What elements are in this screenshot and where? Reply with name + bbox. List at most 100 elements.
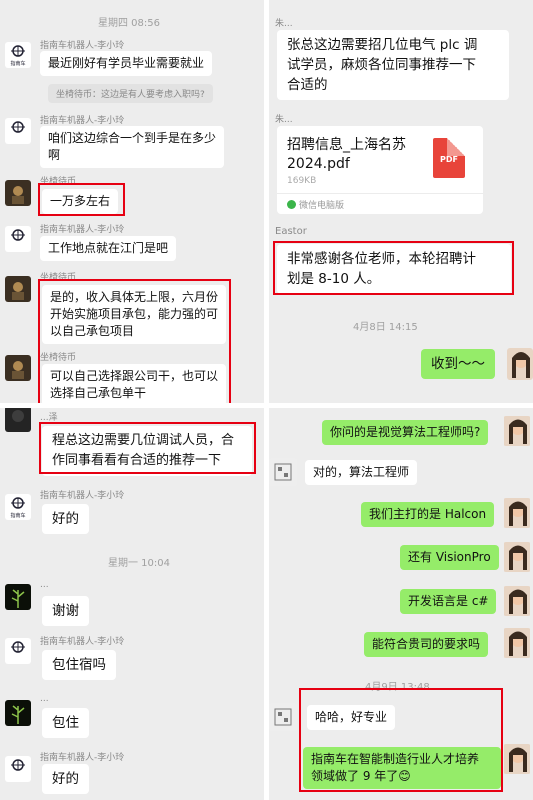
my-message-bubble[interactable]: 开发语言是 c# [400, 589, 497, 614]
message-bubble[interactable]: 工作地点就在江门是吧 [40, 236, 177, 261]
timestamp: 4月8日 14:15 [353, 322, 418, 333]
message-text: 以自己承包项目 [50, 324, 135, 338]
timestamp: 星期一 10:04 [108, 558, 170, 569]
message-text: 指南车在智能制造行业人才培养 [311, 752, 480, 766]
message-bubble[interactable]: 对的，算法工程师 [305, 460, 418, 485]
my-message-bubble[interactable]: 指南车在智能制造行业人才培养 领域做了 9 年了😊 [303, 747, 501, 789]
file-size: 169KB [287, 176, 317, 186]
message-bubble[interactable]: 包住 [42, 708, 89, 738]
my-message-bubble[interactable]: 你问的是视觉算法工程师吗? [322, 420, 489, 445]
sender-name: 指南车机器人-李小玲 [40, 225, 125, 235]
file-name: 招聘信息_上海名苏 2024.pdf [287, 137, 406, 172]
my-avatar[interactable] [503, 586, 531, 616]
user-avatar[interactable] [5, 408, 31, 432]
sender-name: ... [40, 694, 49, 704]
message-bubble[interactable]: 可以自己选择跟公司干，也可以 选择自己承包单干 [42, 364, 227, 403]
message-bubble[interactable]: 咱们这边综合一个到手是在多少 啊 [40, 126, 225, 168]
message-text: 是的，收入具体无上限，六月份 [50, 290, 219, 304]
my-avatar[interactable] [503, 628, 531, 658]
message-text: 你问的是视觉算法工程师吗? [330, 425, 481, 439]
message-text: 啊 [48, 148, 61, 162]
user-avatar[interactable] [5, 180, 31, 206]
wechat-pc-icon [287, 200, 296, 209]
sender-name: ...泽 [40, 413, 58, 423]
message-text: 合适的 [287, 77, 328, 93]
message-bubble[interactable]: 哈哈，好专业 [307, 705, 396, 730]
message-text: 作同事看看有合适的推荐一下 [52, 453, 222, 468]
my-message-bubble[interactable]: 还有 VisionPro [400, 545, 499, 570]
my-avatar[interactable] [503, 542, 531, 572]
bot-avatar[interactable] [5, 756, 31, 782]
message-text: 我们主打的是 Halcon [369, 507, 487, 521]
message-bubble[interactable]: 谢谢 [42, 596, 89, 626]
sender-name: 朱... [275, 115, 293, 125]
sender-name: 坐椅待币 [40, 273, 77, 283]
chat-panel-bottom-left: ...泽 程总这边需要几位调试人员，合 作同事看看有合适的推荐一下 指南车 指南… [0, 408, 264, 800]
message-text: 能符合贵司的要求吗 [372, 637, 481, 651]
sender-name: 坐椅待币 [40, 353, 77, 363]
my-message-bubble[interactable]: 能符合贵司的要求吗 [364, 632, 489, 657]
message-text: 收到～～ [431, 356, 485, 372]
message-text: 咱们这边综合一个到手是在多少 [48, 131, 217, 145]
message-text: 张总这边需要招几位电气 plc 调 [287, 37, 478, 53]
sender-name: 朱... [275, 19, 293, 29]
message-text: 谢谢 [52, 603, 79, 619]
bot-avatar[interactable] [5, 638, 31, 664]
sender-name: 指南车机器人-李小玲 [40, 41, 125, 51]
message-text: 选择自己承包单干 [50, 386, 147, 400]
sender-name: ... [40, 580, 49, 590]
message-text: 哈哈，好专业 [315, 710, 388, 724]
bot-avatar[interactable]: 指南车 [5, 42, 31, 68]
message-bubble[interactable]: 张总这边需要招几位电气 plc 调 试学员，麻烦各位同事推荐一下 合适的 [277, 30, 509, 100]
smile-emoji-icon: 😊 [398, 769, 411, 783]
my-avatar[interactable] [507, 348, 533, 380]
my-avatar[interactable] [503, 416, 531, 446]
message-bubble[interactable]: 是的，收入具体无上限，六月份 开始实施项目承包，能力强的可 以自己承包项目 [42, 285, 227, 344]
bot-avatar[interactable]: 指南车 [5, 494, 31, 520]
message-text: 包住宿吗 [52, 657, 106, 673]
timestamp: 星期四 08:56 [98, 18, 160, 29]
user-avatar[interactable] [5, 276, 31, 302]
bot-avatar[interactable] [5, 118, 31, 144]
user-avatar[interactable] [269, 458, 297, 486]
my-message-bubble[interactable]: 收到～～ [421, 349, 495, 379]
message-text: 可以自己选择跟公司干，也可以 [50, 369, 219, 383]
sender-name: Eastor [275, 226, 307, 237]
message-text: 试学员，麻烦各位同事推荐一下 [287, 57, 476, 73]
timestamp: 4月9日 13:48 [365, 682, 430, 693]
message-text: 开发语言是 c# [408, 594, 489, 608]
message-text: 一万多左右 [50, 194, 111, 208]
message-bubble[interactable]: 好的 [42, 764, 89, 794]
message-text: 工作地点就在江门是吧 [48, 241, 169, 255]
message-bubble[interactable]: 最近刚好有学员毕业需要就业 [40, 51, 213, 76]
my-avatar[interactable] [503, 498, 531, 528]
chat-panel-top-left: 星期四 08:56 指南车 指南车机器人-李小玲 最近刚好有学员毕业需要就业 坐… [0, 0, 264, 403]
pdf-icon: PDF [433, 138, 465, 178]
recall-notice: 坐椅待币：这边是有人要考虑入职吗? [48, 84, 213, 103]
message-text: 最近刚好有学员毕业需要就业 [48, 56, 205, 70]
message-text: 非常感谢各位老师，本轮招聘计 [287, 251, 476, 267]
message-bubble[interactable]: 好的 [42, 504, 89, 534]
chat-panel-top-right: 朱... 张总这边需要招几位电气 plc 调 试学员，麻烦各位同事推荐一下 合适… [269, 0, 533, 403]
file-source: 微信电脑版 [287, 198, 344, 211]
my-message-bubble[interactable]: 我们主打的是 Halcon [361, 502, 495, 527]
sender-name: 坐椅待币 [40, 177, 77, 187]
sender-name: 指南车机器人-李小玲 [40, 491, 125, 501]
message-text: 划是 8-10 人。 [287, 271, 381, 287]
message-bubble[interactable]: 程总这边需要几位调试人员，合 作同事看看有合适的推荐一下 [42, 426, 252, 476]
user-avatar[interactable] [5, 700, 31, 726]
logo-text: 指南车 [10, 60, 25, 67]
user-avatar[interactable] [269, 703, 297, 731]
bot-avatar[interactable] [5, 226, 31, 252]
sender-name: 指南车机器人-李小玲 [40, 116, 125, 126]
message-text: 好的 [52, 771, 79, 787]
message-text: 领域做了 9 年了 [311, 769, 399, 783]
user-avatar[interactable] [5, 584, 31, 610]
file-attachment[interactable]: 招聘信息_上海名苏 2024.pdf 169KB PDF 微信电脑版 [277, 126, 483, 214]
my-avatar[interactable] [503, 744, 531, 774]
message-bubble[interactable]: 一万多左右 [42, 189, 119, 214]
message-bubble[interactable]: 包住宿吗 [42, 650, 116, 680]
user-avatar[interactable] [5, 355, 31, 381]
message-bubble[interactable]: 非常感谢各位老师，本轮招聘计 划是 8-10 人。 [277, 244, 511, 294]
sender-name: 指南车机器人-李小玲 [40, 637, 125, 647]
